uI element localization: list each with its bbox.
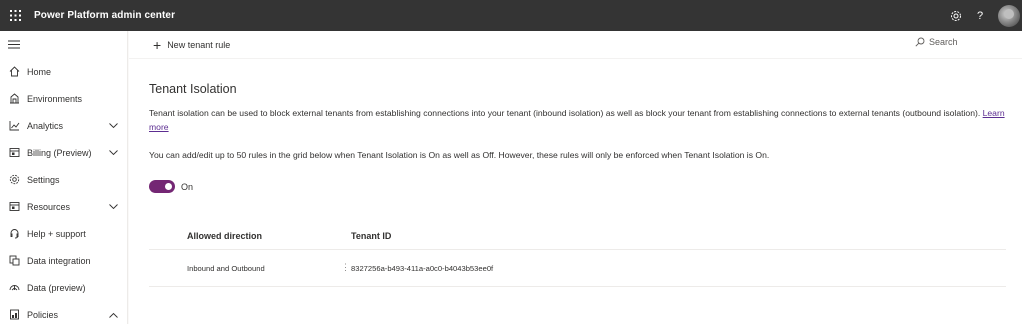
sidebar-item-label: Environments	[27, 93, 83, 104]
hamburger-menu-icon[interactable]	[0, 31, 127, 58]
sidebar-item-label: Home	[27, 66, 52, 77]
search-icon	[915, 37, 925, 47]
waffle-icon[interactable]	[0, 0, 30, 31]
description-body: Tenant isolation can be used to block ex…	[149, 108, 981, 118]
sidebar-item-data-preview[interactable]: Data (preview)	[0, 274, 127, 301]
toggle-knob	[165, 183, 172, 190]
avatar[interactable]	[998, 4, 1020, 27]
chevron-down-icon[interactable]	[109, 121, 118, 131]
billing-icon	[8, 147, 20, 159]
toggle-state-label: On	[181, 181, 194, 192]
sidebar-item-label: Data integration	[27, 255, 91, 266]
app-title[interactable]: Power Platform admin center	[34, 10, 175, 21]
sidebar-item-label: Billing (Preview)	[27, 147, 92, 158]
sidebar-item-resources[interactable]: Resources	[0, 193, 127, 220]
chevron-down-icon[interactable]	[109, 202, 118, 212]
cell-allowed-direction: Inbound and Outbound	[187, 263, 265, 273]
description-text: Tenant isolation can be used to block ex…	[149, 106, 1009, 134]
command-bar: + New tenant rule Search	[129, 31, 1022, 59]
tenant-isolation-toggle-group: On	[149, 180, 193, 193]
resources-icon	[8, 201, 20, 213]
table-row[interactable]: Inbound and Outbound ⋮ 8327256a-b493-411…	[149, 250, 1006, 287]
sidebar-item-home[interactable]: Home	[0, 58, 127, 85]
tenant-rules-grid: Allowed direction Tenant ID Inbound and …	[149, 222, 1006, 287]
data-preview-icon	[8, 282, 20, 294]
chevron-up-icon[interactable]	[109, 310, 118, 320]
search-placeholder: Search	[929, 37, 958, 47]
sidebar-item-analytics[interactable]: Analytics	[0, 112, 127, 139]
sidebar-item-settings[interactable]: Settings	[0, 166, 127, 193]
sidebar-item-label: Help + support	[27, 228, 86, 239]
tenant-isolation-toggle[interactable]	[149, 180, 175, 193]
sidebar: Home Environments Analytics Billing (Pre…	[0, 31, 128, 324]
policies-icon	[8, 309, 20, 321]
data-integration-icon	[8, 255, 20, 267]
column-header-tenant-id[interactable]: Tenant ID	[351, 231, 391, 241]
rules-note: You can add/edit up to 50 rules in the g…	[149, 150, 770, 160]
gear-icon	[8, 174, 20, 186]
help-icon[interactable]: ?	[968, 0, 992, 31]
gear-icon[interactable]	[944, 0, 968, 31]
headset-icon	[8, 228, 20, 240]
main-content: Tenant Isolation Tenant isolation can be…	[129, 59, 1022, 324]
sidebar-item-billing[interactable]: Billing (Preview)	[0, 139, 127, 166]
sidebar-item-help-support[interactable]: Help + support	[0, 220, 127, 247]
grid-header: Allowed direction Tenant ID	[149, 222, 1006, 250]
analytics-icon	[8, 120, 20, 132]
plus-icon: +	[153, 36, 162, 53]
environments-icon	[8, 93, 20, 105]
sidebar-item-label: Analytics	[27, 120, 64, 131]
sidebar-item-label: Policies	[27, 309, 59, 320]
cell-tenant-id: 8327256a-b493-411a-a0c0-b4043b53ee0f	[351, 263, 494, 273]
chevron-down-icon[interactable]	[109, 148, 118, 158]
page-title: Tenant Isolation	[149, 82, 237, 96]
sidebar-item-label: Data (preview)	[27, 282, 86, 293]
new-tenant-rule-label: New tenant rule	[167, 39, 231, 50]
search-box[interactable]: Search	[915, 37, 958, 47]
sidebar-item-environments[interactable]: Environments	[0, 85, 127, 112]
new-tenant-rule-button[interactable]: + New tenant rule	[153, 38, 230, 52]
column-header-allowed-direction[interactable]: Allowed direction	[149, 231, 351, 241]
sidebar-item-label: Settings	[27, 174, 60, 185]
sidebar-item-label: Resources	[27, 201, 71, 212]
home-icon	[8, 66, 20, 78]
sidebar-item-policies[interactable]: Policies	[0, 301, 127, 324]
sidebar-item-data-integration[interactable]: Data integration	[0, 247, 127, 274]
top-bar: Power Platform admin center ?	[0, 0, 1022, 31]
